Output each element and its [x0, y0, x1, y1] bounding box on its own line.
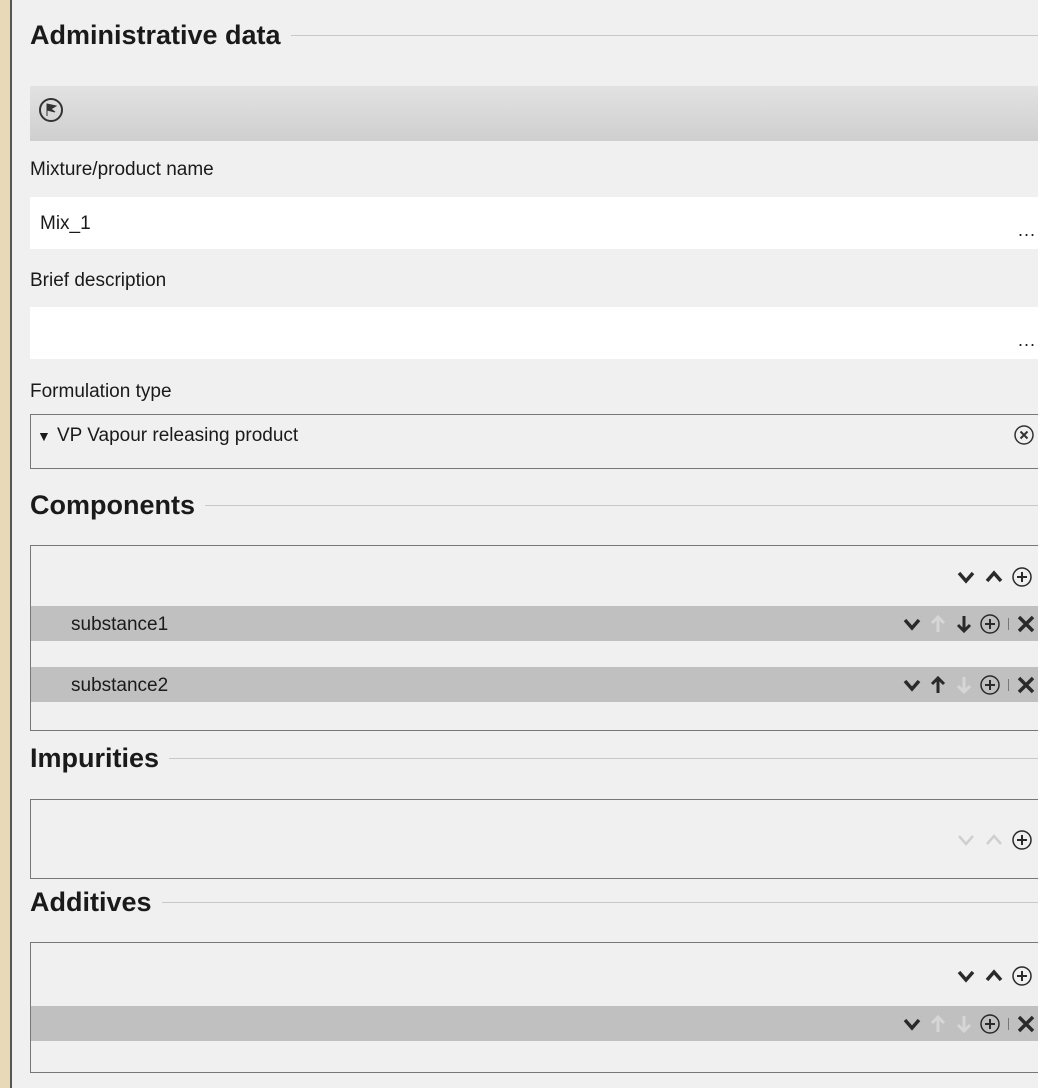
arrow-down-icon[interactable] — [951, 611, 977, 637]
row-controls — [899, 606, 1038, 641]
editor-panel: Administrative data Mixture/product name… — [10, 0, 1038, 1088]
section-impurities-title: Impurities — [30, 743, 1038, 774]
arrow-up-icon[interactable] — [925, 672, 951, 698]
add-circle-icon[interactable] — [1009, 963, 1035, 989]
add-circle-icon[interactable] — [1009, 827, 1035, 853]
mixture-name-value: Mix_1 — [40, 213, 91, 234]
mixture-name-label: Mixture/product name — [30, 159, 214, 180]
dropdown-caret-icon[interactable]: ▼ — [37, 428, 51, 444]
components-list: substance1 substance2 — [30, 545, 1038, 731]
add-circle-icon[interactable] — [1009, 564, 1035, 590]
arrow-down-icon — [951, 672, 977, 698]
administrative-toolbar — [30, 86, 1038, 141]
additive-row[interactable] — [31, 1006, 1038, 1041]
flag-icon[interactable] — [38, 97, 64, 123]
chevron-up-icon[interactable] — [981, 564, 1007, 590]
impurities-title-text: Impurities — [30, 743, 160, 773]
divider — [161, 902, 1038, 903]
divider — [205, 505, 1038, 506]
add-circle-icon[interactable] — [977, 672, 1003, 698]
delete-icon[interactable] — [1013, 672, 1038, 698]
components-header-controls — [953, 564, 1035, 590]
separator — [1003, 1017, 1013, 1030]
add-circle-icon[interactable] — [977, 1011, 1003, 1037]
row-controls — [899, 1006, 1038, 1041]
section-components-title: Components — [30, 490, 1038, 521]
separator — [1003, 678, 1013, 691]
component-name: substance2 — [71, 675, 169, 696]
additives-list — [30, 942, 1038, 1073]
divider — [290, 35, 1038, 36]
impurities-list — [30, 799, 1038, 879]
impurities-header-controls — [953, 827, 1035, 853]
brief-description-label: Brief description — [30, 270, 167, 291]
chevron-down-icon[interactable] — [899, 611, 925, 637]
delete-icon[interactable] — [1013, 611, 1038, 637]
more-button[interactable]: ... — [1018, 330, 1036, 351]
chevron-up-icon[interactable] — [981, 963, 1007, 989]
chevron-down-icon[interactable] — [953, 963, 979, 989]
chevron-down-icon[interactable] — [899, 1011, 925, 1037]
more-button[interactable]: ... — [1018, 220, 1036, 241]
row-controls — [899, 667, 1038, 702]
component-row[interactable]: substance2 — [31, 667, 1038, 702]
formulation-type-value: VP Vapour releasing product — [57, 425, 299, 446]
divider — [169, 758, 1038, 759]
arrow-down-icon — [951, 1011, 977, 1037]
additives-title-text: Additives — [30, 887, 152, 917]
brief-description-field[interactable]: ... — [30, 307, 1038, 359]
chevron-up-icon — [981, 827, 1007, 853]
chevron-down-icon — [953, 827, 979, 853]
add-circle-icon[interactable] — [977, 611, 1003, 637]
clear-icon[interactable] — [1013, 424, 1035, 446]
component-row[interactable]: substance1 — [31, 606, 1038, 641]
formulation-type-label: Formulation type — [30, 381, 172, 402]
formulation-type-select[interactable]: ▼ VP Vapour releasing product — [30, 414, 1038, 469]
components-title-text: Components — [30, 490, 195, 520]
component-name: substance1 — [71, 614, 169, 635]
administrative-title-text: Administrative data — [30, 20, 281, 50]
chevron-down-icon[interactable] — [953, 564, 979, 590]
chevron-down-icon[interactable] — [899, 672, 925, 698]
mixture-name-field[interactable]: Mix_1 ... — [30, 197, 1038, 249]
delete-icon[interactable] — [1013, 1011, 1038, 1037]
arrow-up-icon — [925, 1011, 951, 1037]
section-additives-title: Additives — [30, 887, 1038, 918]
separator — [1003, 617, 1013, 630]
additives-header-controls — [953, 963, 1035, 989]
arrow-up-icon — [925, 611, 951, 637]
section-administrative-title: Administrative data — [30, 20, 1038, 51]
